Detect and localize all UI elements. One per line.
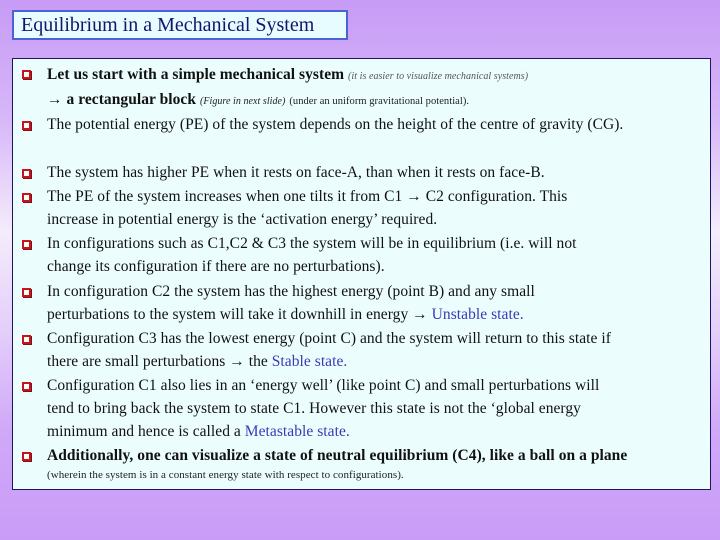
bullet-square-icon (22, 169, 31, 178)
bullet-text: The PE of the system increases when one … (47, 188, 568, 205)
bullet-note: (under an uniform gravitational potentia… (289, 96, 470, 107)
bullet-text: Configuration C3 has the lowest energy (… (47, 330, 611, 347)
bullet-text: The system has higher PE when it rests o… (47, 164, 545, 181)
bullet-text: The potential energy (PE) of the system … (47, 116, 624, 133)
bullet-text: → a rectangular block (47, 91, 197, 108)
bullet-square-icon (22, 335, 31, 344)
bullet-square-icon (22, 382, 31, 391)
bullet-square-icon (22, 70, 31, 79)
bullet-text: Let us start with a simple mechanical sy… (47, 66, 345, 83)
bullet-text: Configuration C1 also lies in an ‘energy… (47, 377, 600, 394)
bullet-text: Additionally, one can visualize a state … (47, 447, 628, 464)
unstable-state-label: Unstable state. (431, 306, 524, 323)
bullet-text: In configurations such as C1,C2 & C3 the… (47, 235, 577, 252)
bullet-text: In configuration C2 the system has the h… (47, 283, 535, 300)
metastable-state-label: Metastable state. (244, 423, 350, 440)
bullet-text: minimum and hence is called a (47, 423, 241, 440)
stable-state-label: Stable state. (271, 353, 348, 370)
bullet-square-icon (22, 452, 31, 461)
bullet-text: change its configuration if there are no… (47, 258, 385, 275)
slide-title-box: Equilibrium in a Mechanical System (12, 10, 348, 40)
content-panel: Let us start with a simple mechanical sy… (12, 58, 711, 490)
bullet-note: (wherein the system is in a constant ene… (47, 469, 404, 481)
bullet-text: tend to bring back the system to state C… (47, 400, 581, 417)
bullet-text: increase in potential energy is the ‘act… (47, 211, 438, 228)
bullet-note: (Figure in next slide) (199, 96, 286, 107)
bullet-square-icon (22, 288, 31, 297)
bullet-note: (it is easier to visualize mechanical sy… (348, 71, 529, 82)
bullet-text: perturbations to the system will take it… (47, 306, 428, 323)
bullet-square-icon (22, 240, 31, 249)
bullet-square-icon (22, 121, 31, 130)
slide-title: Equilibrium in a Mechanical System (21, 13, 315, 36)
bullet-text: there are small perturbations → the (47, 353, 268, 370)
bullet-square-icon (22, 193, 31, 202)
